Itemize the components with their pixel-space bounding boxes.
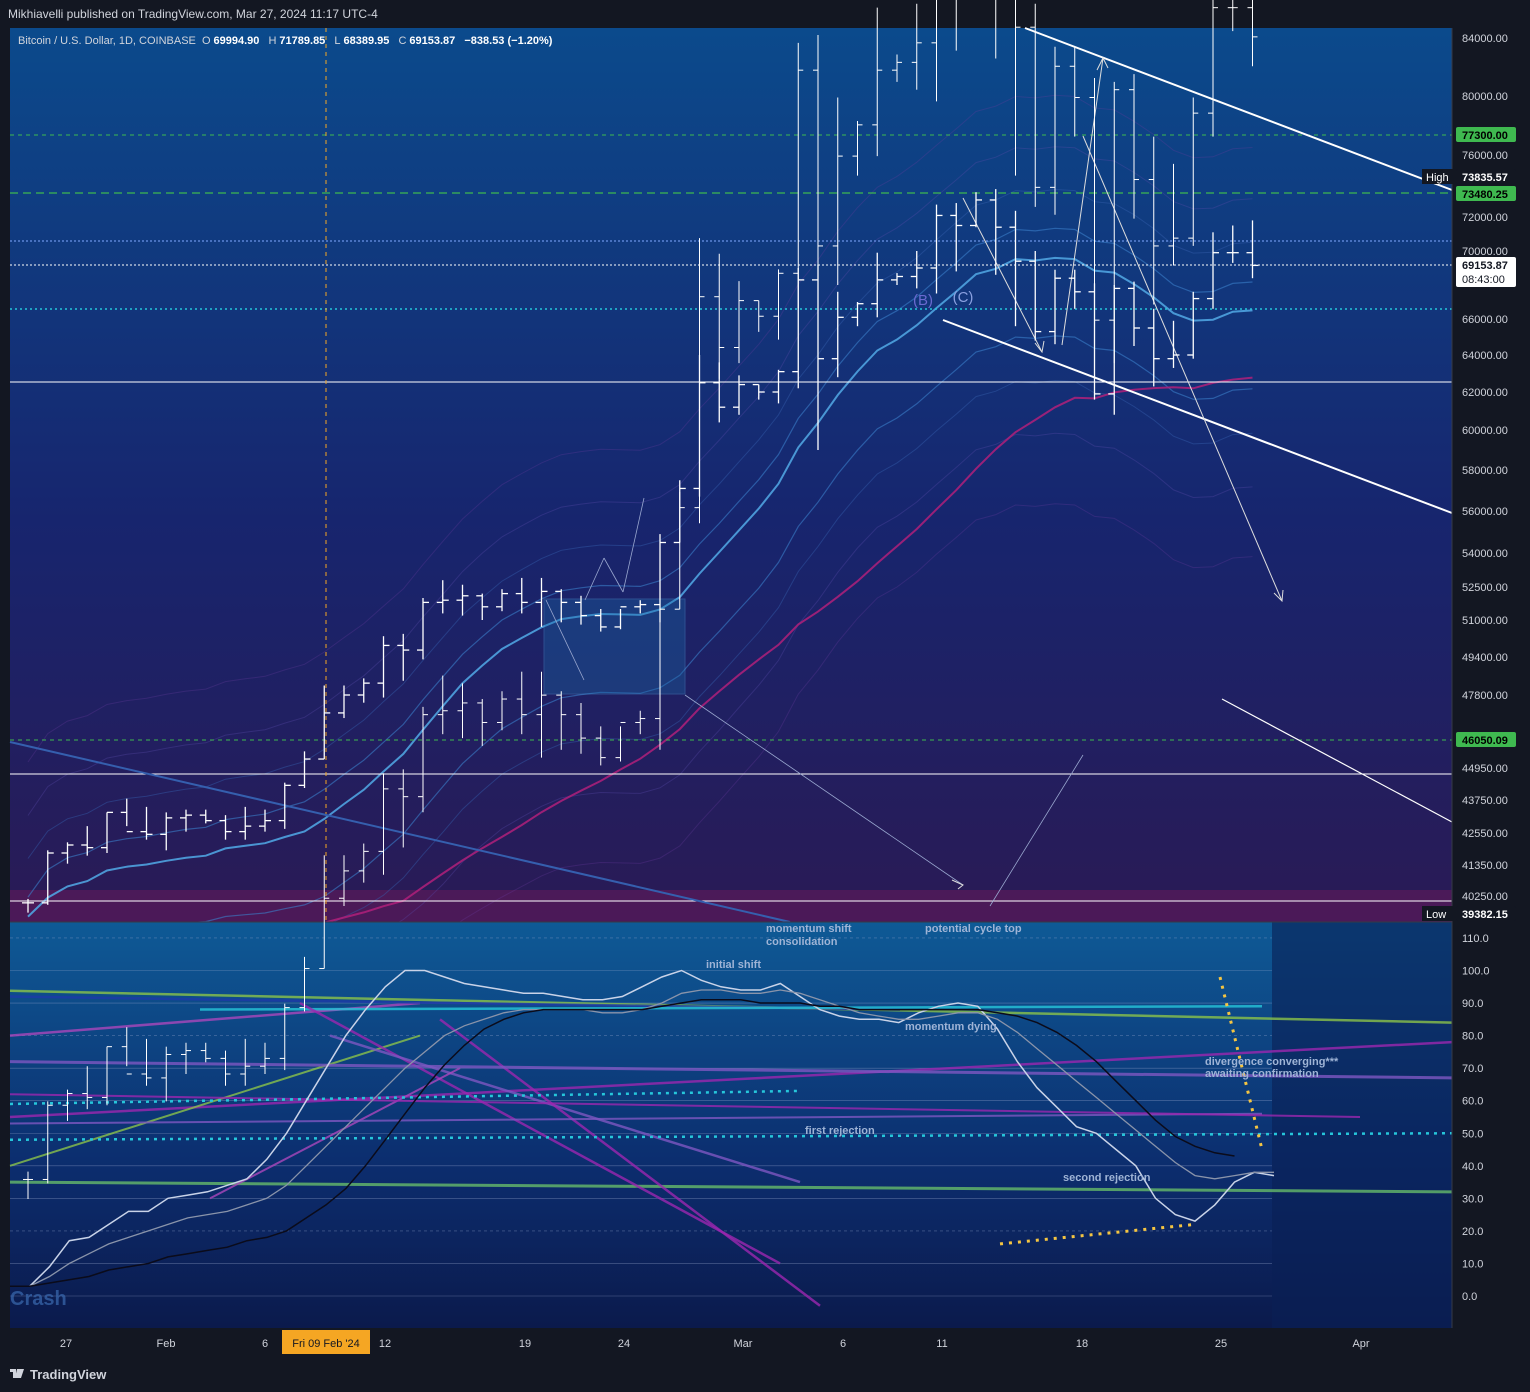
price-tag-value: 73480.25: [1462, 189, 1508, 201]
symbol-title: Bitcoin / U.S. Dollar, 1D, COINBASE: [18, 35, 196, 47]
osc-annotation: momentum dying: [905, 1021, 997, 1033]
osc-annotation: divergence converging***: [1205, 1056, 1339, 1068]
price-tick-label: 54000.00: [1462, 548, 1508, 560]
osc-tick-label: 80.0: [1462, 1031, 1483, 1043]
osc-tick-label: 10.0: [1462, 1258, 1483, 1270]
time-tick-label: 24: [618, 1338, 630, 1350]
price-tag-value: 46050.09: [1462, 735, 1508, 747]
time-axis-background: [0, 1328, 1530, 1356]
price-tick-label: 84000.00: [1462, 33, 1508, 45]
wave-label-0: (B): [913, 292, 933, 309]
price-tick-label: 72000.00: [1462, 212, 1508, 224]
time-tick-label: Apr: [1352, 1338, 1369, 1350]
osc-annotation: second rejection: [1063, 1172, 1151, 1184]
ohlc-close: C 69153.87: [398, 35, 456, 47]
price-tag-value: 69153.87: [1462, 260, 1508, 272]
osc-annotation: momentum shift: [766, 923, 852, 935]
price-tick-label: 64000.00: [1462, 350, 1508, 362]
oscillator-future-area: [1272, 922, 1452, 1328]
ohlc-low: L 68389.95: [334, 35, 390, 47]
time-tick-label: 27: [60, 1338, 72, 1350]
price-tick-label: 52500.00: [1462, 582, 1508, 594]
chart-canvas[interactable]: (B) (C) momentum shiftconsolidation potent…: [0, 0, 1530, 1392]
time-tick-label: Mar: [734, 1338, 753, 1350]
time-tick-label: 6: [262, 1338, 268, 1350]
osc-tick-label: 110.0: [1462, 933, 1489, 945]
price-tag-label: Low: [1426, 909, 1446, 921]
price-tick-label: 47800.00: [1462, 690, 1508, 702]
osc-tick-label: 60.0: [1462, 1096, 1483, 1108]
price-tag-value: 73835.57: [1462, 172, 1508, 184]
price-tag: 39382.15 Low: [1422, 906, 1516, 921]
price-tick-label: 56000.00: [1462, 506, 1508, 518]
time-tick-label: Feb: [157, 1338, 176, 1350]
consolidation-box: [543, 598, 686, 695]
osc-tick-label: 0.0: [1462, 1291, 1477, 1303]
ohlc-change: −838.53 (−1.20%): [464, 35, 553, 47]
tradingview-brand: TradingView: [30, 1367, 107, 1382]
osc-tick-label: 40.0: [1462, 1161, 1483, 1173]
osc-annotation: initial shift: [706, 959, 761, 971]
price-tick-label: 66000.00: [1462, 314, 1508, 326]
oscillator-pane-background: [10, 922, 1452, 1328]
time-tick-label: 6: [840, 1338, 846, 1350]
price-tick-label: 62000.00: [1462, 387, 1508, 399]
time-highlight-label: Fri 09 Feb '24: [292, 1338, 360, 1350]
time-tick-label: 11: [936, 1338, 947, 1350]
price-tag: 73835.57 High: [1422, 169, 1516, 184]
osc-ohlc-bar: [1227, 0, 1238, 32]
price-tag-sub: 08:43:00: [1462, 274, 1505, 286]
osc-annotation: Crash: [10, 1288, 67, 1310]
time-tick-label: 19: [519, 1338, 531, 1350]
price-tag: 46050.09: [1456, 732, 1516, 747]
ohlc-open: O 69994.90: [201, 35, 260, 47]
time-tick-label: 12: [379, 1338, 391, 1350]
ohlc-high: H 71789.85: [268, 35, 326, 47]
price-tick-label: 43750.00: [1462, 795, 1508, 807]
price-tag: 69153.87 08:43:00: [1456, 257, 1516, 287]
time-highlight: Fri 09 Feb '24: [282, 1330, 370, 1354]
osc-annotation: awaiting confirmation: [1205, 1068, 1319, 1080]
price-tag: 77300.00: [1456, 127, 1516, 142]
price-tick-label: 44950.00: [1462, 763, 1508, 775]
osc-tick-label: 50.0: [1462, 1128, 1483, 1140]
osc-annotation: consolidation: [766, 936, 838, 948]
price-tick-label: 60000.00: [1462, 425, 1508, 437]
osc-tick-label: 20.0: [1462, 1226, 1483, 1238]
time-axis[interactable]: 27 Feb 6 12 19 24 Mar 6 11 18 25 Apr Fri 09 Feb '24: [0, 1328, 1530, 1356]
price-tag: 73480.25: [1456, 186, 1516, 201]
price-tag-value: 39382.15: [1462, 909, 1508, 921]
low-zone: [10, 890, 1452, 922]
time-tick-label: 18: [1076, 1338, 1088, 1350]
price-tag-value: 77300.00: [1462, 130, 1508, 142]
osc-tick-label: 100.0: [1462, 966, 1490, 978]
price-tick-label: 70000.00: [1462, 246, 1508, 258]
time-tick-label: 25: [1215, 1338, 1227, 1350]
price-tick-label: 80000.00: [1462, 91, 1508, 103]
price-tick-label: 58000.00: [1462, 465, 1508, 477]
price-tick-label: 49400.00: [1462, 652, 1508, 664]
tradingview-logo-icon: [10, 1369, 24, 1378]
price-tick-label: 51000.00: [1462, 615, 1508, 627]
osc-tick-label: 90.0: [1462, 998, 1483, 1010]
price-tick-label: 42550.00: [1462, 828, 1508, 840]
osc-tick-label: 30.0: [1462, 1193, 1483, 1205]
price-tick-label: 40250.00: [1462, 891, 1508, 903]
price-tick-label: 41350.00: [1462, 860, 1508, 872]
osc-annotation: potential cycle top: [925, 923, 1022, 935]
osc-annotation: first rejection: [805, 1125, 875, 1137]
wave-label-1: (C): [953, 289, 974, 306]
price-tag-label: High: [1426, 172, 1449, 184]
osc-tick-label: 70.0: [1462, 1063, 1483, 1075]
symbol-info-line: Bitcoin / U.S. Dollar, 1D, COINBASE O 699…: [18, 35, 555, 47]
price-tick-label: 76000.00: [1462, 150, 1508, 162]
footer-bar: TradingView: [0, 1356, 1530, 1392]
